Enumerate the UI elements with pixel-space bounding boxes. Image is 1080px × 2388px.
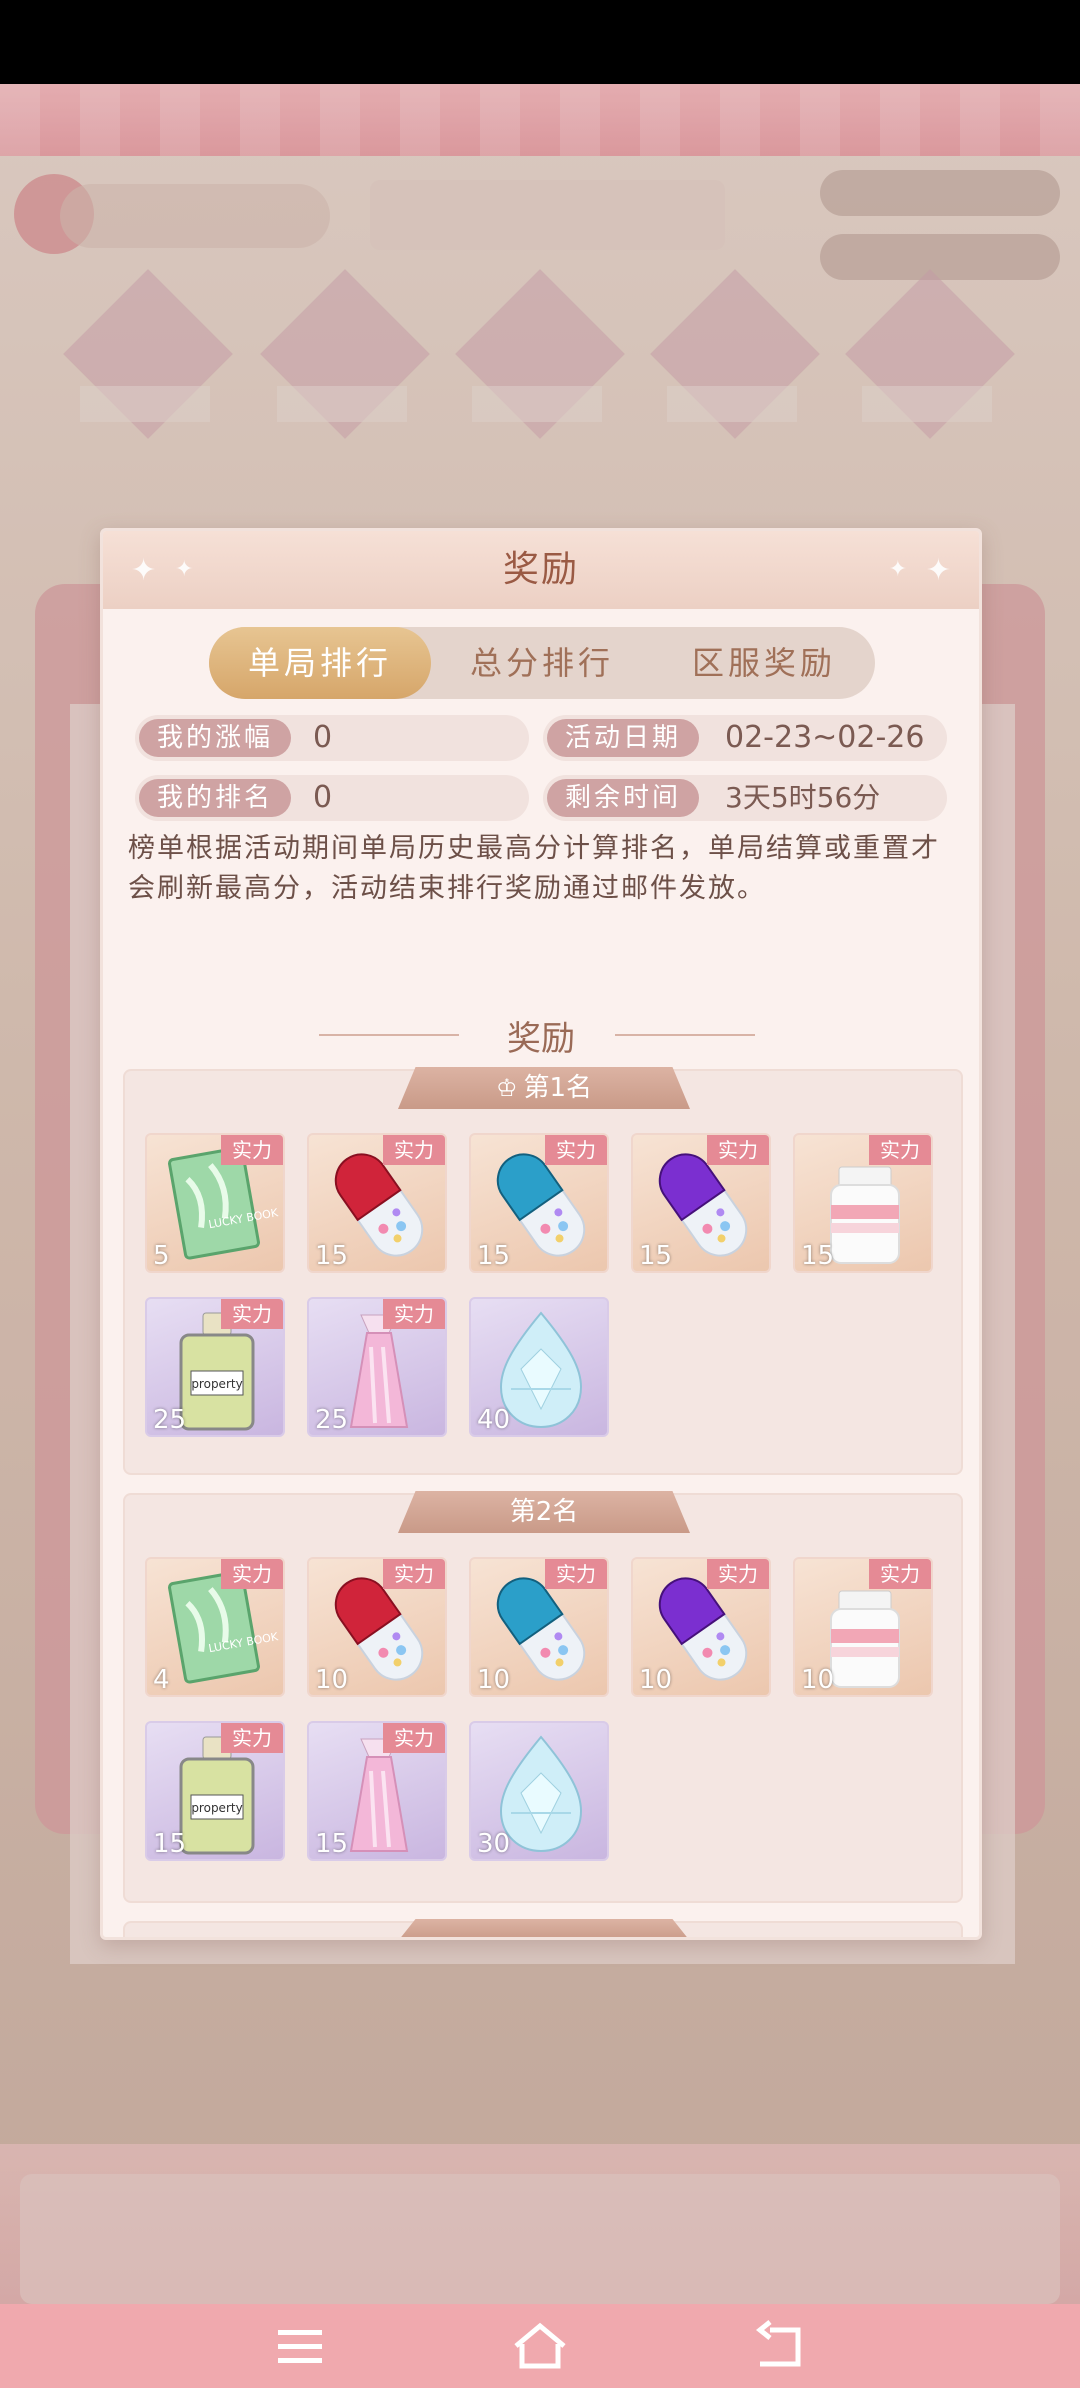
reward-item[interactable]: 40: [469, 1297, 609, 1437]
reward-item[interactable]: 实力 15: [631, 1133, 771, 1273]
divider-line: [615, 1034, 755, 1036]
my-rank-label: 我的排名: [139, 779, 292, 817]
perfume-label-text: property: [191, 1377, 242, 1391]
status-bar: [0, 0, 1080, 84]
tab-server-rewards[interactable]: 区服奖励: [653, 627, 875, 699]
event-date-value: 02-23~02-26: [725, 720, 925, 755]
strength-badge: 实力: [221, 1723, 283, 1753]
item-quantity: 30: [477, 1829, 511, 1859]
sparkle-icon: ✦: [131, 553, 157, 588]
item-quantity: 15: [153, 1829, 187, 1859]
rank-2-reward-card: 第2名 LUCKY BOOK 实力 4 实力 10 实力 10 实力 10 实力 10 propert…: [123, 1491, 963, 1903]
my-rank-field: 我的排名 0: [135, 775, 529, 821]
ranking-tabs: 单局排行 总分排行 区服奖励: [209, 627, 875, 699]
tab-total-score-ranking[interactable]: 总分排行: [431, 627, 653, 699]
rank-1-label: 第1名: [523, 1073, 593, 1103]
reward-item[interactable]: 实力 10: [793, 1557, 933, 1697]
home-icon[interactable]: [510, 2318, 570, 2374]
rank-1-reward-card: ♔ 第1名 LUCKY BOOK 实力 5 实力 15 实力 15 实力 15 实力 15 proper…: [123, 1067, 963, 1475]
sparkle-icon: ✦: [925, 553, 951, 588]
reward-item[interactable]: 实力 15: [307, 1721, 447, 1861]
remaining-time-label: 剩余时间: [547, 779, 700, 817]
reward-item[interactable]: 实力 15: [469, 1133, 609, 1273]
my-rank-value: 0: [313, 780, 333, 815]
sparkle-icon: ✦: [175, 557, 194, 582]
strength-badge: 实力: [221, 1299, 283, 1329]
crown-icon: ♔: [495, 1074, 518, 1102]
item-quantity: 15: [315, 1241, 349, 1271]
item-quantity: 25: [153, 1405, 187, 1435]
strength-badge: 实力: [221, 1559, 283, 1589]
item-quantity: 10: [477, 1665, 511, 1695]
strength-badge: 实力: [545, 1559, 607, 1589]
reward-item[interactable]: LUCKY BOOK 实力 4: [145, 1557, 285, 1697]
remaining-time-value: 3天5时56分: [725, 781, 881, 814]
rank-1-header: ♔ 第1名: [398, 1067, 690, 1109]
item-quantity: 5: [153, 1241, 170, 1271]
perfume-label-text: property: [191, 1801, 242, 1815]
reward-item[interactable]: 实力 25: [307, 1297, 447, 1437]
event-date-field: 活动日期 02-23~02-26: [543, 715, 947, 761]
rank-2-label: 第2名: [509, 1497, 579, 1527]
item-quantity: 15: [477, 1241, 511, 1271]
tab-single-round-ranking[interactable]: 单局排行: [209, 627, 431, 699]
remaining-time-field: 剩余时间 3天5时56分: [543, 775, 947, 821]
reward-item[interactable]: 实力 15: [307, 1133, 447, 1273]
strength-badge: 实力: [869, 1135, 931, 1165]
sparkle-icon: ✦: [888, 557, 907, 582]
item-quantity: 40: [477, 1405, 511, 1435]
item-quantity: 25: [315, 1405, 349, 1435]
event-date-label: 活动日期: [547, 719, 700, 757]
item-quantity: 15: [639, 1241, 673, 1271]
menu-icon[interactable]: [270, 2318, 330, 2374]
reward-item[interactable]: 实力 10: [631, 1557, 771, 1697]
item-quantity: 4: [153, 1665, 170, 1695]
my-rise-label: 我的涨幅: [139, 719, 292, 757]
modal-title: 奖励: [502, 549, 579, 590]
item-quantity: 10: [801, 1665, 835, 1695]
strength-badge: 实力: [869, 1559, 931, 1589]
reward-item[interactable]: property 实力 25: [145, 1297, 285, 1437]
item-quantity: 10: [315, 1665, 349, 1695]
rewards-section-title: 奖励: [507, 1019, 575, 1059]
strength-badge: 实力: [707, 1135, 769, 1165]
reward-item[interactable]: 实力 10: [307, 1557, 447, 1697]
my-rise-value: 0: [313, 720, 333, 755]
rank-2-header: 第2名: [398, 1491, 690, 1533]
modal-header: ✦ ✦ ✦ ✦ 奖励: [103, 531, 979, 609]
rank-3-reward-card: [123, 1919, 963, 1937]
item-quantity: 15: [315, 1829, 349, 1859]
back-icon[interactable]: [750, 2318, 810, 2374]
system-nav-bar: [0, 2304, 1080, 2388]
reward-item[interactable]: 实力 10: [469, 1557, 609, 1697]
item-quantity: 15: [801, 1241, 835, 1271]
strength-badge: 实力: [383, 1723, 445, 1753]
my-rise-field: 我的涨幅 0: [135, 715, 529, 761]
strength-badge: 实力: [545, 1135, 607, 1165]
rewards-modal: ✦ ✦ ✦ ✦ 奖励 单局排行 总分排行 区服奖励 我的涨幅 0 活动日期 02…: [100, 528, 982, 1940]
reward-item[interactable]: LUCKY BOOK 实力 5: [145, 1133, 285, 1273]
reward-item[interactable]: 实力 15: [793, 1133, 933, 1273]
rank-3-header: [398, 1919, 690, 1937]
strength-badge: 实力: [383, 1299, 445, 1329]
ranking-description: 榜单根据活动期间单局历史最高分计算排名，单局结算或重置才会刷新最高分，活动结束排…: [128, 833, 940, 904]
strength-badge: 实力: [221, 1135, 283, 1165]
reward-item[interactable]: property 实力 15: [145, 1721, 285, 1861]
strength-badge: 实力: [383, 1135, 445, 1165]
reward-item[interactable]: 30: [469, 1721, 609, 1861]
strength-badge: 实力: [383, 1559, 445, 1589]
item-quantity: 10: [639, 1665, 673, 1695]
strength-badge: 实力: [707, 1559, 769, 1589]
